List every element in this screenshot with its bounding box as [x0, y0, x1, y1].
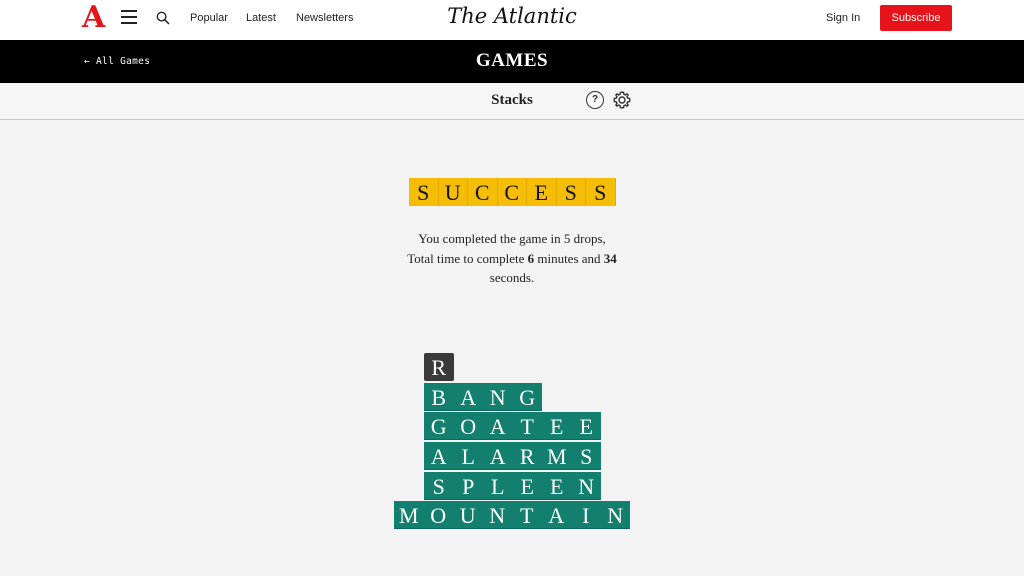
- letter-tile: N: [482, 501, 512, 529]
- success-banner: S U C C E S S: [409, 178, 616, 206]
- subscribe-button[interactable]: Subscribe: [880, 5, 952, 31]
- letter-tile: B: [424, 383, 454, 411]
- letter-tile: M: [394, 501, 424, 529]
- success-letter-tile: S: [556, 178, 586, 206]
- letter-tile: A: [483, 412, 513, 440]
- game-name: Stacks: [491, 92, 533, 108]
- result-line-time: Total time to complete 6 minutes and 34: [362, 249, 662, 269]
- letter-tile: G: [512, 383, 542, 411]
- letter-tile: M: [542, 442, 572, 470]
- letter-tile: U: [453, 501, 483, 529]
- games-title: GAMES: [475, 50, 549, 71]
- letter-tile: P: [453, 472, 483, 500]
- letter-tile: L: [453, 442, 483, 470]
- letter-tile: S: [424, 472, 454, 500]
- letter-tile: G: [424, 412, 454, 440]
- success-letter-tile: U: [438, 178, 468, 206]
- letter-tile: N: [571, 472, 601, 500]
- stack-row-mountain: M O U N T A I N: [394, 501, 630, 529]
- result-message: You completed the game in 5 drops, Total…: [362, 229, 662, 288]
- time-prefix: Total time to complete: [407, 250, 528, 266]
- success-letter-tile: C: [468, 178, 498, 206]
- letter-tile: E: [571, 412, 601, 440]
- success-letter-tile: C: [497, 178, 527, 206]
- letter-tile: A: [541, 501, 571, 529]
- result-line-seconds: seconds.: [489, 270, 535, 285]
- letter-tile: N: [600, 501, 630, 529]
- stack-row-bang: B A N G: [424, 383, 542, 411]
- time-mid: minutes and: [534, 250, 604, 266]
- stack-row-goatee: G O A T E E: [424, 412, 601, 440]
- letter-tile: R: [512, 442, 542, 470]
- game-header: Stacks ?: [0, 83, 1024, 120]
- letter-tile: O: [453, 412, 483, 440]
- stack-row-alarms: A L A R M S: [424, 442, 601, 470]
- letter-tile: N: [483, 383, 513, 411]
- letter-tile: A: [483, 442, 513, 470]
- top-nav: A Popular Latest Newsletters The Atlanti…: [0, 0, 1024, 40]
- letter-tile: A: [453, 383, 483, 411]
- letter-tile: I: [571, 501, 601, 529]
- stack-row-spleen: S P L E E N: [424, 472, 601, 500]
- letter-tile: E: [542, 412, 572, 440]
- help-icon[interactable]: ?: [586, 91, 604, 109]
- success-letter-tile: S: [586, 178, 616, 206]
- letter-tile: L: [483, 472, 513, 500]
- letter-tile: E: [542, 472, 572, 500]
- current-tile-row: R: [424, 353, 454, 381]
- success-letter-tile: S: [409, 178, 439, 206]
- letter-tile: E: [512, 472, 542, 500]
- letter-tile: T: [512, 501, 542, 529]
- gear-icon[interactable]: [612, 90, 632, 110]
- seconds-value: 34: [603, 250, 617, 266]
- letter-tile: A: [424, 442, 454, 470]
- current-letter-tile[interactable]: R: [424, 353, 454, 381]
- brand-title[interactable]: The Atlantic: [0, 4, 1024, 28]
- result-line-drops: You completed the game in 5 drops,: [418, 231, 606, 246]
- letter-tile: S: [571, 442, 601, 470]
- letter-tile: T: [512, 412, 542, 440]
- letter-tile: O: [423, 501, 453, 529]
- sign-in-link[interactable]: Sign In: [826, 12, 860, 24]
- success-letter-tile: E: [527, 178, 557, 206]
- games-bar: ← All Games GAMES: [0, 40, 1024, 83]
